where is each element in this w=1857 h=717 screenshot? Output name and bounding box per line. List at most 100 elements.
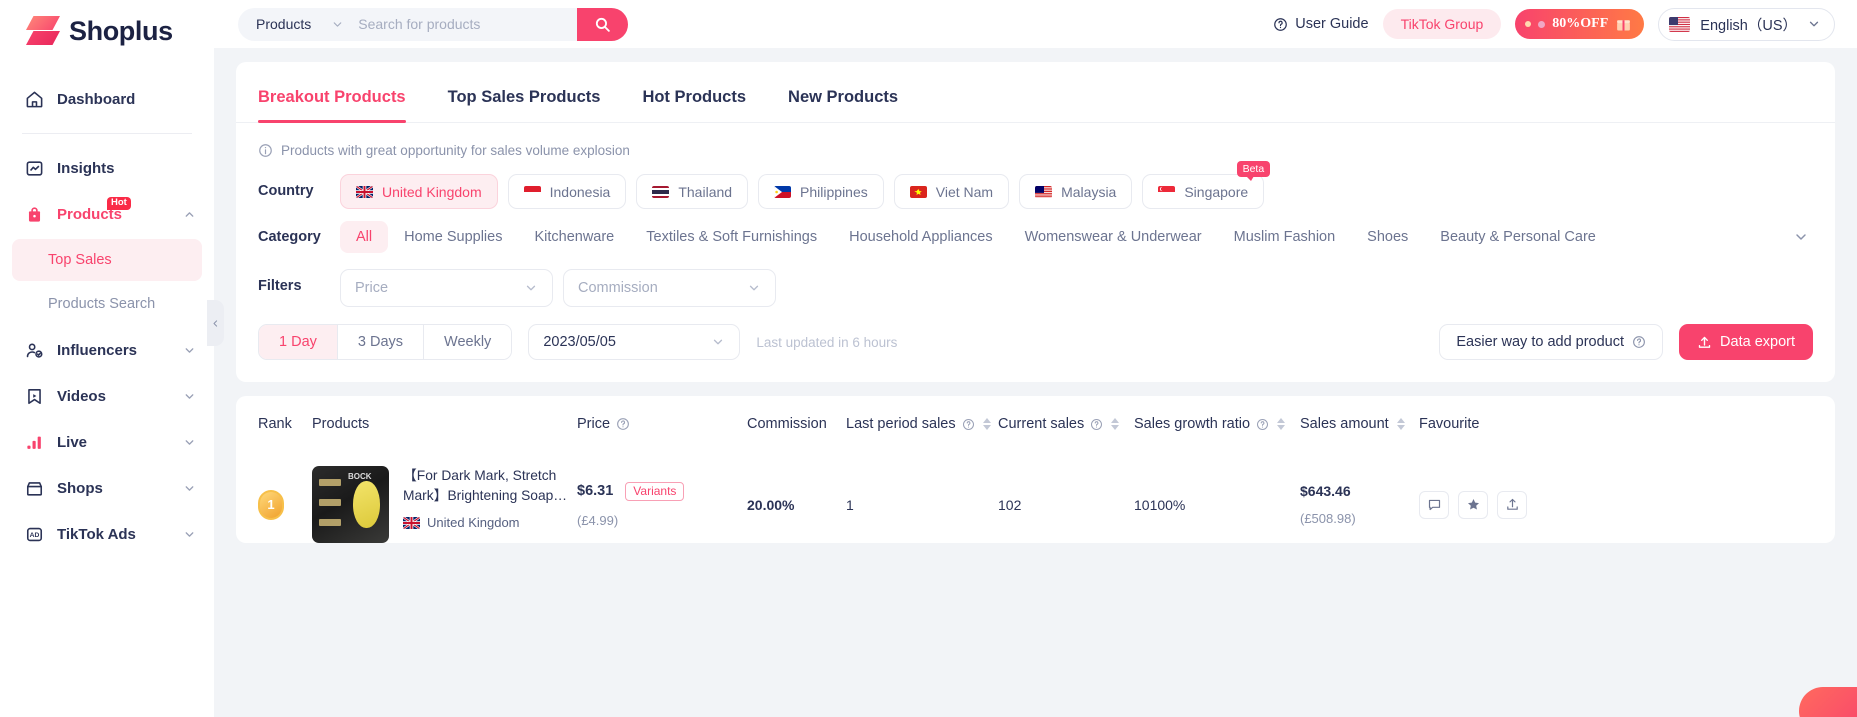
search-input[interactable] (344, 16, 577, 32)
tab-new-products[interactable]: New Products (788, 62, 898, 122)
sidebar-item-insights[interactable]: Insights (0, 145, 214, 191)
category-expand-button[interactable] (1789, 225, 1813, 249)
sidebar-item-live[interactable]: Live (0, 419, 214, 465)
promo-button[interactable]: 80%OFF (1515, 9, 1645, 39)
search-button[interactable] (577, 7, 628, 41)
category-list: All Home Supplies Kitchenware Textiles &… (340, 221, 1773, 253)
chevron-up-icon[interactable] (183, 208, 196, 221)
data-export-button[interactable]: Data export (1679, 324, 1813, 360)
tab-hot-products[interactable]: Hot Products (642, 62, 746, 122)
search-box[interactable]: Products (238, 7, 628, 41)
share-button[interactable] (1497, 490, 1527, 519)
search-category-selector[interactable]: Products (238, 16, 344, 32)
sidebar-item-influencers[interactable]: Influencers (0, 327, 214, 373)
category-item-label: Shoes (1367, 229, 1409, 245)
tab-top-sales-products[interactable]: Top Sales Products (448, 62, 601, 122)
chevron-down-icon[interactable] (183, 436, 196, 449)
question-circle-icon (962, 418, 974, 430)
country-chip-united-kingdom[interactable]: United Kingdom (340, 174, 498, 209)
tab-hint-text: Products with great opportunity for sale… (281, 143, 630, 158)
tab-label: Top Sales Products (447, 88, 601, 106)
sidebar-item-products-search[interactable]: Products Search (12, 283, 202, 325)
star-icon (1467, 499, 1479, 510)
sidebar-item-label: Live (57, 433, 88, 451)
category-item-muslim-fashion[interactable]: Muslim Fashion (1218, 221, 1352, 253)
tab-breakout-products[interactable]: Breakout Products (258, 62, 406, 123)
sidebar-item-products[interactable]: Products Hot (0, 191, 214, 237)
country-chip-malaysia[interactable]: Malaysia (1019, 174, 1133, 209)
sort-toggle-icon[interactable] (1396, 418, 1405, 430)
vietnam-flag-icon (909, 185, 927, 198)
sidebar-item-top-sales[interactable]: Top Sales (12, 239, 202, 281)
category-item-household-appliances[interactable]: Household Appliances (833, 221, 1009, 253)
favourite-button[interactable] (1458, 490, 1488, 519)
sidebar: Shoplus Dashboard Insights Products Hot … (0, 0, 214, 717)
chevron-down-icon[interactable] (183, 482, 196, 495)
app-root: Shoplus Dashboard Insights Products Hot … (0, 0, 1857, 717)
user-guide-button[interactable]: User Guide (1273, 16, 1369, 32)
column-header-sales-growth-ratio[interactable]: Sales growth ratio (1134, 416, 1300, 432)
chevron-down-icon[interactable] (183, 528, 196, 541)
country-chip-label: Indonesia (549, 183, 611, 200)
column-header-price: Price (577, 416, 747, 432)
category-item-textiles-soft-furnishings[interactable]: Textiles & Soft Furnishings (630, 221, 833, 253)
table-row[interactable]: 1 BOCK 【For Dark Mark, Stretch Mark】Brig… (236, 452, 1835, 543)
column-header-sales-amount[interactable]: Sales amount (1300, 416, 1419, 432)
country-chip-viet-nam[interactable]: Viet Nam (893, 174, 1010, 209)
category-item-womenswear-underwear[interactable]: Womenswear & Underwear (1009, 221, 1218, 253)
info-circle-icon (259, 144, 272, 157)
chevron-down-icon[interactable] (183, 344, 196, 357)
product-thumbnail[interactable]: BOCK (312, 466, 389, 543)
product-title[interactable]: 【For Dark Mark, Stretch Mark】Brightening… (403, 466, 577, 506)
uk-flag-icon (403, 516, 420, 529)
language-selector[interactable]: English（US） (1658, 7, 1835, 41)
sidebar-item-videos[interactable]: Videos (0, 373, 214, 419)
sort-toggle-icon[interactable] (1277, 418, 1286, 430)
category-filter-row: Category All Home Supplies Kitchenware T… (236, 209, 1835, 253)
category-item-beauty-personal-care[interactable]: Beauty & Personal Care (1424, 221, 1612, 253)
sort-toggle-icon[interactable] (982, 418, 991, 430)
comment-button[interactable] (1419, 490, 1449, 519)
tiktok-group-button[interactable]: TikTok Group (1382, 9, 1502, 39)
search-icon (595, 17, 610, 32)
row-sales-amount-cell: $643.46 (£508.98) (1300, 483, 1419, 526)
country-chip-indonesia[interactable]: Indonesia (507, 174, 627, 209)
chevron-down-icon[interactable] (183, 390, 196, 403)
column-header-current-sales[interactable]: Current sales (998, 416, 1134, 432)
country-filter-label: Country (258, 183, 314, 199)
period-option-1-day[interactable]: 1 Day (259, 325, 338, 359)
tab-label: New Products (788, 88, 899, 106)
floating-action-button[interactable] (1799, 687, 1857, 717)
category-item-all[interactable]: All (340, 221, 389, 253)
sidebar-item-tiktok-ads[interactable]: AD TikTok Ads (0, 511, 214, 557)
category-item-kitchenware[interactable]: Kitchenware (518, 221, 630, 253)
variants-badge[interactable]: Variants (625, 481, 685, 501)
category-item-home-supplies[interactable]: Home Supplies (388, 221, 518, 253)
column-header-rank: Rank (258, 416, 292, 432)
rank-value: 1 (267, 497, 275, 512)
sidebar-collapse-toggle[interactable] (207, 300, 224, 346)
table-header-row: Rank Products Price Commission Last peri… (236, 396, 1835, 452)
malaysia-flag-icon (1035, 185, 1053, 198)
sort-toggle-icon[interactable] (1111, 418, 1120, 430)
country-chip-philippines[interactable]: Philippines (758, 174, 884, 209)
easier-way-to-add-product-button[interactable]: Easier way to add product (1439, 324, 1664, 360)
date-select[interactable]: 2023/05/05 (528, 324, 741, 360)
period-option-weekly[interactable]: Weekly (424, 325, 512, 359)
price-filter-select[interactable]: Price (340, 269, 553, 307)
products-hot-badge: Hot (107, 197, 131, 210)
brand-logo[interactable]: Shoplus (0, 0, 214, 62)
column-header-last-period-sales[interactable]: Last period sales (846, 416, 998, 432)
period-option-3-days[interactable]: 3 Days (337, 325, 425, 359)
products-table-card: Rank Products Price Commission Last peri… (236, 396, 1857, 717)
sidebar-item-shops[interactable]: Shops (0, 465, 214, 511)
home-icon (24, 89, 44, 109)
product-country-label: United Kingdom (427, 515, 520, 530)
promo-label: 80%OFF (1552, 16, 1609, 31)
sidebar-item-dashboard[interactable]: Dashboard (0, 76, 214, 122)
country-chip-thailand[interactable]: Thailand (636, 174, 749, 209)
category-item-shoes[interactable]: Shoes (1351, 221, 1424, 253)
country-chip-singapore[interactable]: Singapore Beta (1142, 161, 1271, 209)
row-product-cell[interactable]: BOCK 【For Dark Mark, Stretch Mark】Bright… (312, 466, 577, 543)
commission-filter-select[interactable]: Commission (563, 269, 776, 307)
